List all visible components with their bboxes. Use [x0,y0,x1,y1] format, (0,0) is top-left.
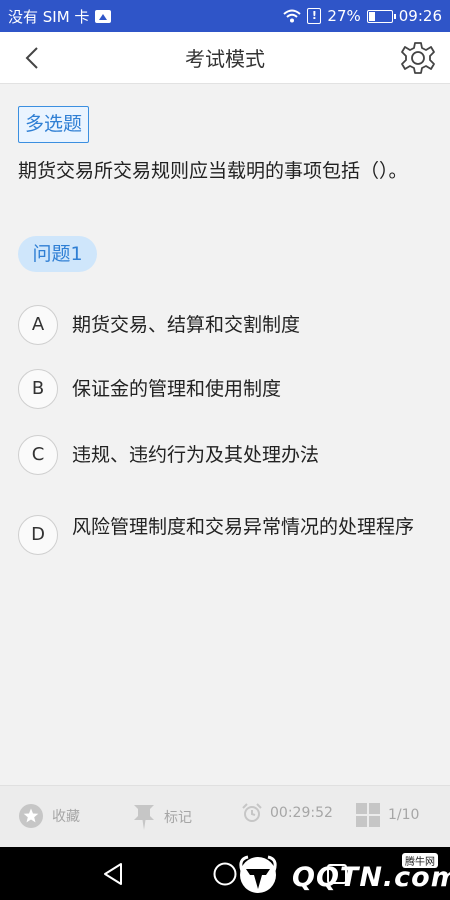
star-icon [19,804,43,828]
triangle-back-icon [104,863,122,885]
watermark: QQTN.com 腾牛网 [234,851,450,897]
mark-button[interactable]: 标记 [132,803,192,831]
chevron-left-icon [25,47,38,69]
option-letter: D [18,515,58,555]
option-d[interactable]: D 风险管理制度和交易异常情况的处理程序 [18,515,438,555]
option-c[interactable]: C 违规、违约行为及其处理办法 [18,435,438,475]
option-a[interactable]: A 期货交易、结算和交割制度 [18,305,438,345]
image-notification-icon [95,9,112,23]
pin-icon [134,805,154,830]
alarm-clock-icon [242,803,262,822]
gear-icon [401,42,435,74]
status-bar: 没有 SIM 卡 ! 27% 09:26 [0,0,450,32]
question-grid-button[interactable]: 1/10 [356,803,419,827]
question-text: 期货交易所交易规则应当载明的事项包括（）。 [18,160,408,182]
option-text: 保证金的管理和使用制度 [72,378,282,400]
back-button[interactable] [14,40,50,76]
battery-icon [366,9,396,23]
mark-label: 标记 [164,810,192,826]
battery-percent: 27% [327,7,361,25]
watermark-badge: 腾牛网 [402,853,438,868]
header: 考试模式 [0,32,450,84]
wifi-icon [283,9,302,23]
clock: 09:26 [398,7,442,25]
question-type-badge: 多选题 [18,106,90,143]
timer-text: 00:29:52 [270,805,333,821]
option-text: 违规、违约行为及其处理办法 [72,444,320,466]
timer: 00:29:52 [242,803,333,823]
page-title: 考试模式 [185,47,265,71]
bottom-toolbar: 收藏 标记 00:29:52 1/10 [0,785,450,847]
option-letter: A [18,305,58,345]
option-letter: B [18,369,58,409]
option-text: 期货交易、结算和交割制度 [72,314,301,336]
carrier-text: 没有 SIM 卡 [8,7,90,26]
favorite-button[interactable]: 收藏 [18,803,80,829]
grid-icon [356,803,380,827]
settings-button[interactable] [398,38,438,78]
option-letter: C [18,435,58,475]
nav-back-button[interactable] [98,859,128,889]
alert-icon: ! [307,8,322,24]
question-number-tag: 问题1 [18,236,97,272]
brand-logo-icon [239,855,277,893]
question-count: 1/10 [388,807,420,823]
favorite-label: 收藏 [52,809,80,825]
option-text: 风险管理制度和交易异常情况的处理程序 [72,516,415,538]
option-b[interactable]: B 保证金的管理和使用制度 [18,369,438,409]
